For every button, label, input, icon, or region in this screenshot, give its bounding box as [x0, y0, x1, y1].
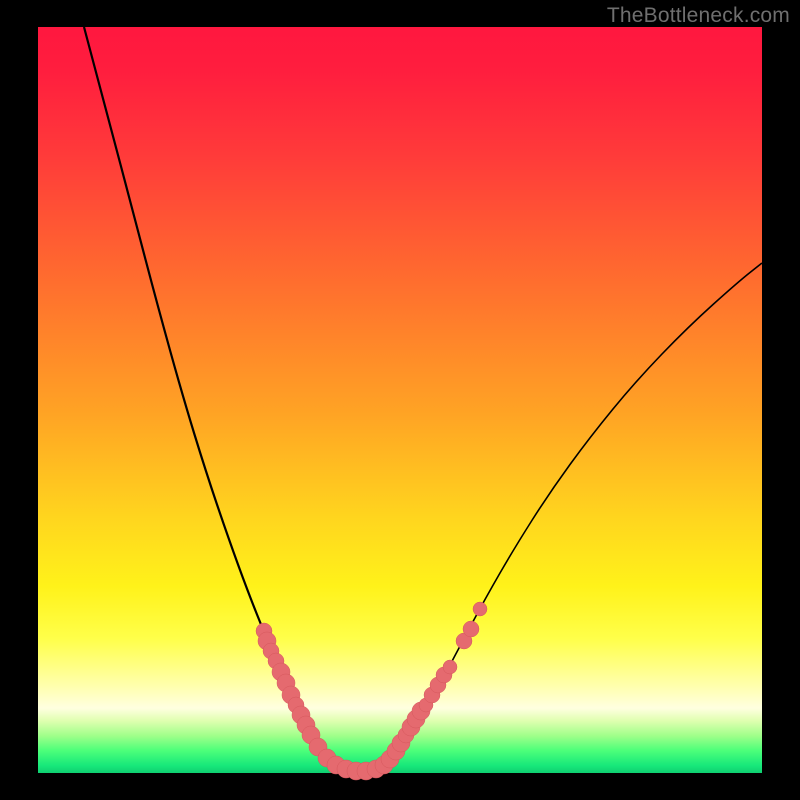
curve-svg [38, 27, 762, 773]
watermark-text: TheBottleneck.com [607, 4, 790, 28]
curve-left [84, 27, 354, 771]
plot-area [38, 27, 762, 773]
data-dot [473, 602, 487, 616]
curve-right [354, 263, 762, 771]
data-dots [256, 602, 487, 780]
chart-frame: TheBottleneck.com [0, 0, 800, 800]
data-dot [463, 621, 479, 637]
data-dot [443, 660, 457, 674]
